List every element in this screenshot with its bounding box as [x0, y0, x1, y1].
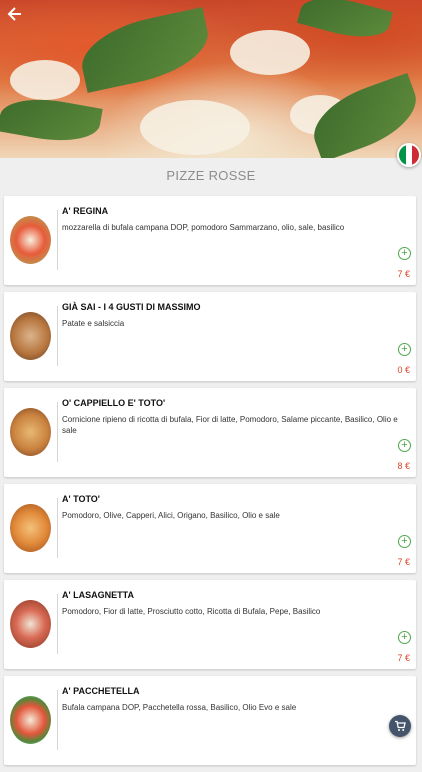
product-name: A' PACCHETELLA [62, 686, 140, 696]
product-price: 7 € [397, 557, 410, 567]
product-description: Pomodoro, Fior di latte, Prosciutto cott… [62, 607, 321, 616]
product-name: A' TOTO' [62, 494, 100, 504]
add-circle-icon[interactable]: + [398, 247, 411, 260]
divider [57, 498, 58, 558]
product-description: Pomodoro, Olive, Capperi, Alici, Origano… [62, 511, 280, 520]
flag-stripe-green [399, 145, 406, 165]
product-card[interactable]: A' PACCHETELLA Bufala campana DOP, Pacch… [4, 676, 416, 765]
product-card[interactable]: A' TOTO' Pomodoro, Olive, Capperi, Alici… [4, 484, 416, 573]
product-list: A' REGINA mozzarella di bufala campana D… [4, 196, 416, 772]
product-card[interactable]: A' LASAGNETTA Pomodoro, Fior di latte, P… [4, 580, 416, 669]
pizza-thumbnail [10, 696, 51, 744]
add-circle-icon[interactable]: + [398, 631, 411, 644]
pizza-thumbnail [10, 504, 51, 552]
product-name: A' LASAGNETTA [62, 590, 134, 600]
section-title: PIZZE ROSSE [166, 168, 256, 183]
product-name: O' CAPPIELLO E' TOTO' [62, 398, 166, 408]
pizza-thumbnail [10, 600, 51, 648]
pizza-thumbnail [10, 312, 51, 360]
product-card[interactable]: O' CAPPIELLO E' TOTO' Cornicione ripieno… [4, 388, 416, 477]
product-card[interactable]: GIÀ SAI - I 4 GUSTI DI MASSIMO Patate e … [4, 292, 416, 381]
divider [57, 690, 58, 750]
back-button[interactable] [4, 4, 24, 26]
product-price: 7 € [397, 653, 410, 663]
flag-stripe-red [412, 145, 419, 165]
product-description: mozzarella di bufala campana DOP, pomodo… [62, 223, 345, 232]
pizza-thumbnail [10, 216, 51, 264]
product-card[interactable]: A' REGINA mozzarella di bufala campana D… [4, 196, 416, 285]
cart-icon [395, 720, 406, 731]
product-name: A' REGINA [62, 206, 109, 216]
add-circle-icon[interactable]: + [398, 535, 411, 548]
product-price: 7 € [397, 269, 410, 279]
arrow-left-icon [7, 7, 21, 21]
add-circle-icon[interactable]: + [398, 439, 411, 452]
add-circle-icon[interactable]: + [398, 343, 411, 356]
flag-stripe-white [405, 145, 413, 165]
product-name: GIÀ SAI - I 4 GUSTI DI MASSIMO [62, 302, 201, 312]
divider [57, 306, 58, 366]
divider [57, 594, 58, 654]
product-description: Cornicione ripieno di ricotta di bufala,… [62, 415, 398, 435]
language-flag-button[interactable] [397, 143, 421, 167]
product-description: Bufala campana DOP, Pacchetella rossa, B… [62, 703, 297, 712]
product-description: Patate e salsiccia [62, 319, 125, 328]
hero-image [0, 0, 422, 158]
pizza-thumbnail [10, 408, 51, 456]
cart-button[interactable] [389, 715, 411, 737]
product-price: 0 € [397, 365, 410, 375]
divider [57, 402, 58, 462]
product-price: 8 € [397, 461, 410, 471]
divider [57, 210, 58, 270]
